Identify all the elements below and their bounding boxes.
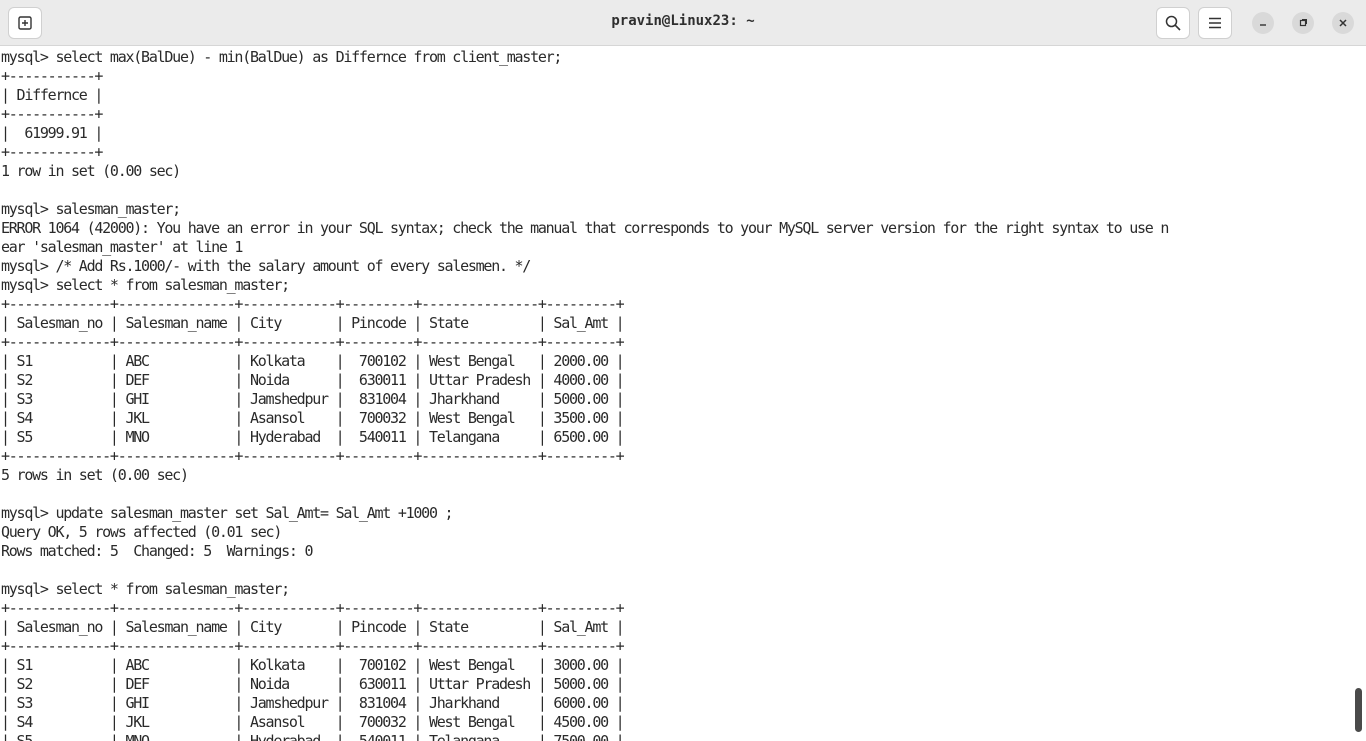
hamburger-menu-icon xyxy=(1209,17,1221,29)
restore-button[interactable] xyxy=(1292,12,1314,34)
terminal-line: | Differnce | xyxy=(1,86,103,104)
terminal-line: | Salesman_no | Salesman_name | City | P… xyxy=(1,314,625,332)
terminal-line: | S2 | DEF | Noida | 630011 | Uttar Prad… xyxy=(1,371,625,389)
terminal-line: | S3 | GHI | Jamshedpur | 831004 | Jhark… xyxy=(1,390,625,408)
terminal-line: | Salesman_no | Salesman_name | City | P… xyxy=(1,618,625,636)
terminal-line: 1 row in set (0.00 sec) xyxy=(1,162,181,180)
terminal-line: 5 rows in set (0.00 sec) xyxy=(1,466,189,484)
terminal-line: Rows matched: 5 Changed: 5 Warnings: 0 xyxy=(1,542,313,560)
terminal-line: | S1 | ABC | Kolkata | 700102 | West Ben… xyxy=(1,656,625,674)
terminal-line: +-------------+---------------+---------… xyxy=(1,295,625,313)
terminal-line: mysql> select max(BalDue) - min(BalDue) … xyxy=(1,48,562,66)
terminal-line: +-----------+ xyxy=(1,67,103,85)
terminal-line: | S3 | GHI | Jamshedpur | 831004 | Jhark… xyxy=(1,694,625,712)
restore-icon xyxy=(1299,19,1307,27)
close-button[interactable] xyxy=(1332,12,1354,34)
terminal-line: mysql> select * from salesman_master; xyxy=(1,276,290,294)
terminal-line: | 61999.91 | xyxy=(1,124,103,142)
terminal-line: Query OK, 5 rows affected (0.01 sec) xyxy=(1,523,282,541)
terminal-line: | S4 | JKL | Asansol | 700032 | West Ben… xyxy=(1,409,625,427)
terminal-line: | S4 | JKL | Asansol | 700032 | West Ben… xyxy=(1,713,625,731)
menu-button[interactable] xyxy=(1198,7,1232,39)
terminal-line: | S1 | ABC | Kolkata | 700102 | West Ben… xyxy=(1,352,625,370)
terminal-line: ear 'salesman_master' at line 1 xyxy=(1,238,243,256)
terminal-line: +-----------+ xyxy=(1,105,103,123)
terminal-line: | S2 | DEF | Noida | 630011 | Uttar Prad… xyxy=(1,675,625,693)
terminal-output[interactable]: mysql> select max(BalDue) - min(BalDue) … xyxy=(1,48,1353,741)
title-bar: pravin@Linux23: ~ xyxy=(0,0,1366,46)
terminal-line: | S5 | MNO | Hyderabad | 540011 | Telang… xyxy=(1,428,625,446)
scrollbar-thumb[interactable] xyxy=(1355,688,1362,732)
search-button[interactable] xyxy=(1156,7,1190,39)
terminal-line: +-------------+---------------+---------… xyxy=(1,333,625,351)
minimize-icon xyxy=(1260,24,1266,26)
terminal-line: ERROR 1064 (42000): You have an error in… xyxy=(1,219,1169,237)
terminal-line: +-------------+---------------+---------… xyxy=(1,637,625,655)
terminal-line: | S5 | MNO | Hyderabad | 540011 | Telang… xyxy=(1,732,625,741)
close-icon xyxy=(1339,19,1347,27)
terminal-line: mysql> salesman_master; xyxy=(1,200,181,218)
terminal-line: +-------------+---------------+---------… xyxy=(1,599,625,617)
minimize-button[interactable] xyxy=(1252,12,1274,34)
search-icon xyxy=(1165,15,1181,31)
terminal-line: mysql> select * from salesman_master; xyxy=(1,580,290,598)
terminal-line: +-------------+---------------+---------… xyxy=(1,447,625,465)
terminal-line: mysql> update salesman_master set Sal_Am… xyxy=(1,504,454,522)
terminal-line: +-----------+ xyxy=(1,143,103,161)
terminal-line: mysql> /* Add Rs.1000/- with the salary … xyxy=(1,257,531,275)
